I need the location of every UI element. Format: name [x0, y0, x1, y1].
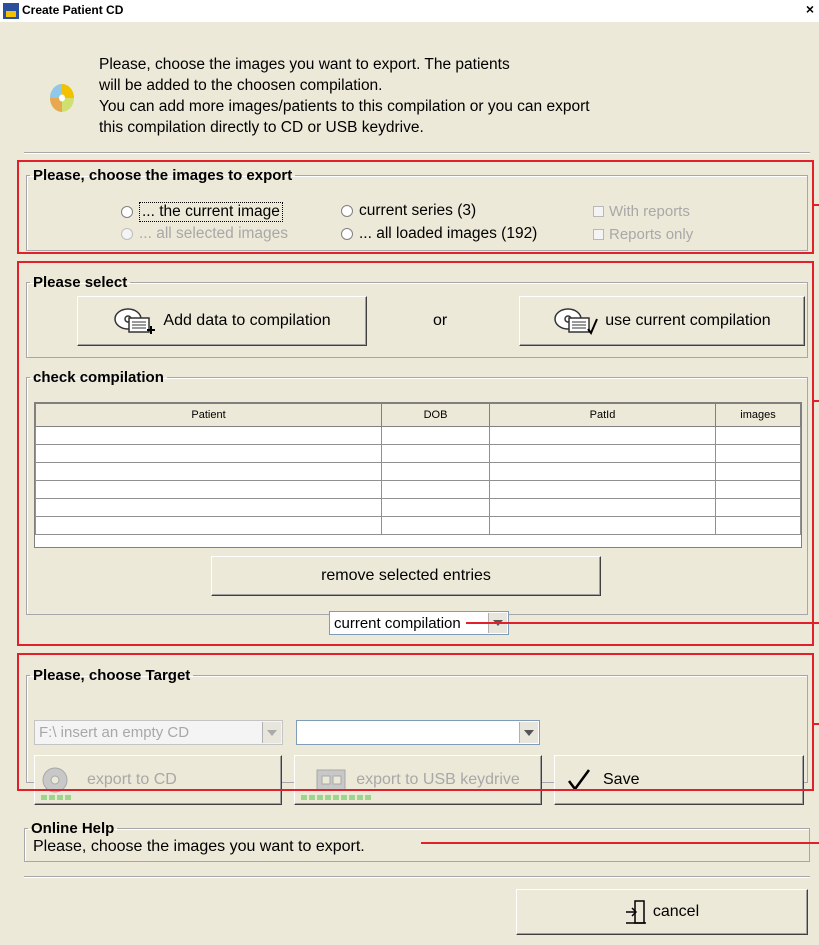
progress-segment	[65, 795, 71, 800]
app-icon	[3, 3, 19, 19]
window-title: Create Patient CD	[22, 3, 124, 17]
cancel-button[interactable]: cancel	[516, 889, 808, 935]
cd-icon	[50, 84, 74, 112]
progress-segment	[309, 795, 315, 800]
online-help-legend: Online Help	[31, 820, 115, 837]
annotation-line	[814, 723, 819, 725]
annotation-box-compilation	[17, 261, 814, 646]
cd-progress-bar	[41, 795, 71, 800]
progress-segment	[333, 795, 339, 800]
progress-segment	[341, 795, 347, 800]
annotation-line	[466, 622, 819, 624]
exit-door-icon	[625, 900, 646, 924]
annotation-line	[814, 400, 819, 402]
annotation-box-choose-images	[17, 160, 814, 254]
progress-segment	[365, 795, 371, 800]
progress-segment	[317, 795, 323, 800]
progress-segment	[357, 795, 363, 800]
progress-segment	[57, 795, 63, 800]
annotation-line	[814, 204, 819, 206]
progress-segment	[349, 795, 355, 800]
intro-line: Please, choose the images you want to ex…	[99, 56, 510, 73]
intro-line: will be added to the choosen compilation…	[99, 77, 383, 94]
progress-segment	[301, 795, 307, 800]
progress-segment	[325, 795, 331, 800]
usb-progress-bar	[301, 795, 371, 800]
intro-text: Please, choose the images you want to ex…	[99, 54, 590, 138]
divider	[24, 152, 810, 154]
progress-segment	[49, 795, 55, 800]
intro-line: You can add more images/patients to this…	[99, 98, 590, 115]
close-button[interactable]: ×	[802, 1, 818, 17]
online-help-text: Please, choose the images you want to ex…	[33, 838, 365, 855]
progress-segment	[41, 795, 47, 800]
annotation-box-target	[17, 653, 814, 791]
title-bar: Create Patient CD ×	[0, 0, 819, 22]
divider	[24, 876, 810, 878]
intro-line: this compilation directly to CD or USB k…	[99, 119, 424, 136]
annotation-line	[421, 842, 819, 844]
